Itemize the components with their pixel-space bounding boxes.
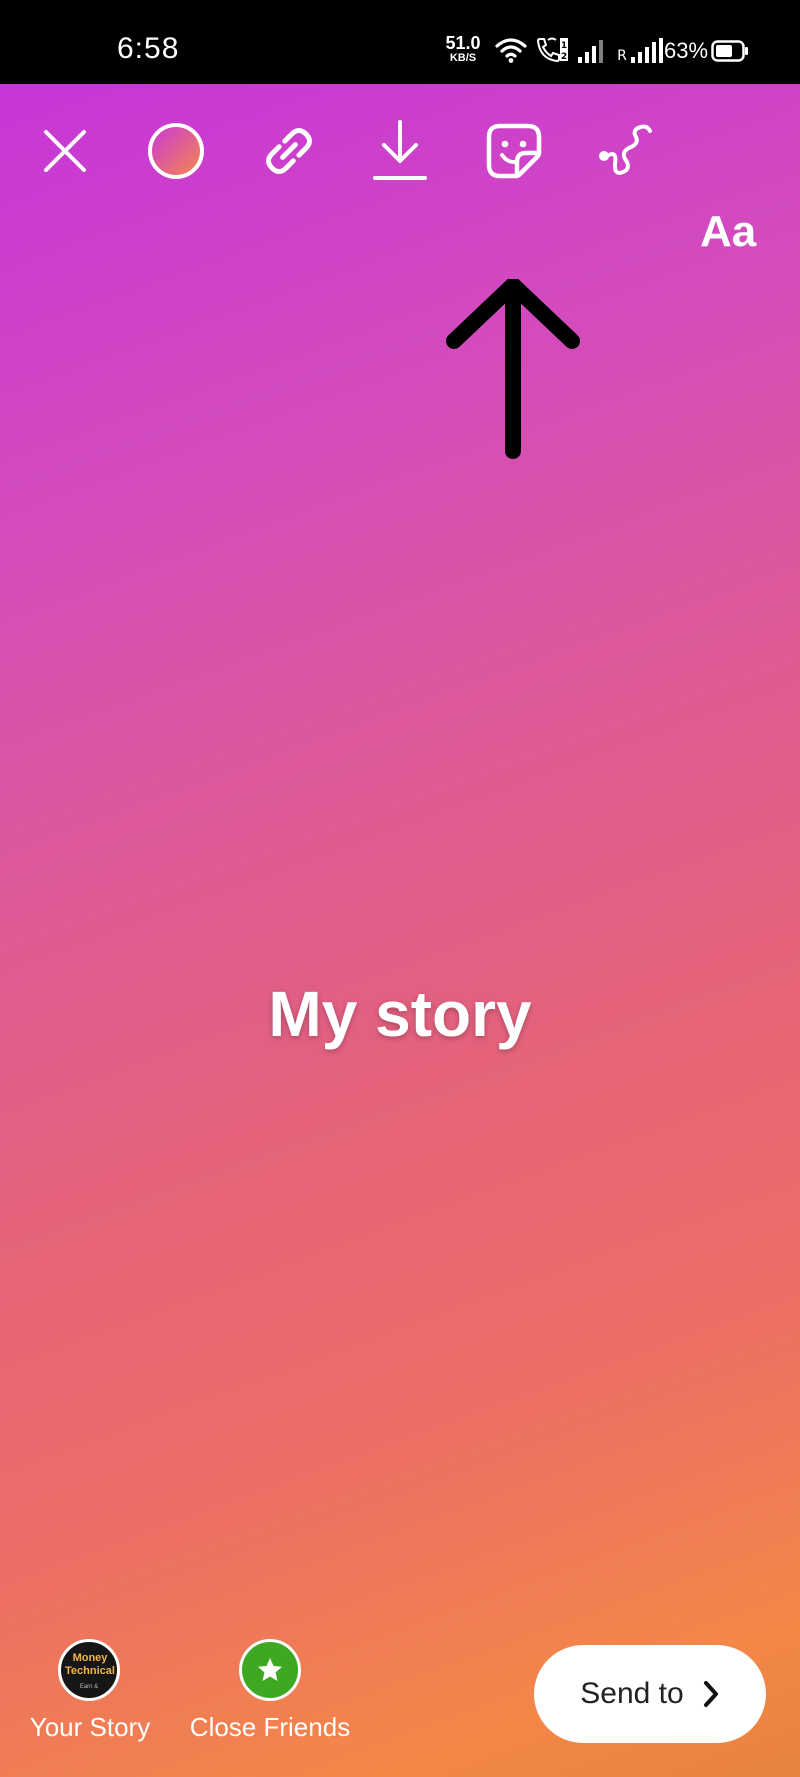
- chevron-right-icon: [703, 1681, 718, 1707]
- gradient-color-icon: [148, 123, 204, 179]
- background-color-button[interactable]: [140, 115, 212, 187]
- signal-icon-sim2: [631, 38, 663, 63]
- avatar: Money Technical Earn &: [58, 1639, 120, 1701]
- send-to-button[interactable]: Send to: [534, 1645, 766, 1743]
- story-canvas[interactable]: Aa My story Money Technical Earn & Your …: [0, 84, 800, 1777]
- wifi-calling-icon: 1 2: [536, 37, 568, 63]
- battery-icon: [711, 40, 748, 62]
- annotation-arrow-up-icon: [446, 279, 580, 459]
- avatar-logo-text: Money Technical: [65, 1652, 115, 1677]
- svg-text:2: 2: [561, 52, 567, 62]
- text-tool-button[interactable]: Aa: [700, 207, 756, 257]
- sticker-button[interactable]: [478, 115, 550, 187]
- story-text[interactable]: My story: [0, 977, 800, 1051]
- sticker-icon: [486, 123, 542, 179]
- status-time: 6:58: [117, 32, 180, 65]
- draw-squiggle-icon: [599, 124, 652, 175]
- link-icon: [266, 128, 312, 174]
- close-friends-button[interactable]: Close Friends: [184, 1639, 356, 1749]
- wifi-icon: [495, 38, 527, 63]
- signal-icon-sim1: [578, 40, 603, 63]
- link-button[interactable]: [253, 115, 325, 187]
- your-story-label: Your Story: [29, 1712, 151, 1742]
- close-friends-label: Close Friends: [189, 1712, 351, 1742]
- network-speed-unit: KB/S: [449, 52, 477, 64]
- download-button[interactable]: [364, 115, 436, 187]
- network-speed-value: 51.0: [445, 33, 481, 53]
- svg-text:1: 1: [561, 41, 567, 51]
- battery-percent: 63%: [664, 38, 709, 63]
- close-button[interactable]: [29, 115, 101, 187]
- close-icon: [44, 130, 86, 172]
- network-speed: 51.0 KB/S: [440, 34, 486, 64]
- send-to-label: Send to: [580, 1677, 684, 1710]
- roaming-label: R: [617, 48, 627, 64]
- your-story-button[interactable]: Money Technical Earn & Your Story: [20, 1639, 160, 1749]
- avatar-small-text: Earn &: [79, 1684, 99, 1690]
- status-bar: 6:58 51.0 KB/S 1 2 R 63%: [0, 0, 800, 84]
- close-friends-avatar: [239, 1639, 301, 1701]
- star-icon: [258, 1658, 282, 1681]
- draw-button[interactable]: [589, 115, 661, 187]
- download-icon: [373, 120, 427, 180]
- roaming-indicator: R: [617, 48, 627, 64]
